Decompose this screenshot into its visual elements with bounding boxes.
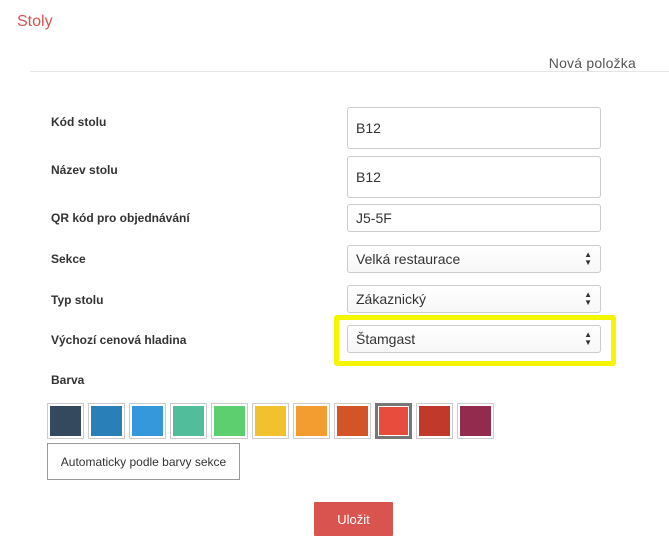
save-button[interactable]: Uložit (314, 502, 393, 536)
color-swatch-fill (173, 406, 204, 436)
qr-code-label: QR kód pro objednávání (51, 211, 190, 225)
qr-code-input[interactable] (347, 204, 601, 232)
price-level-label: Výchozí cenová hladina (51, 333, 187, 347)
color-swatch-fill (132, 406, 163, 436)
auto-color-button[interactable]: Automaticky podle barvy sekce (47, 443, 240, 480)
table-code-label: Kód stolu (51, 115, 107, 129)
color-swatch[interactable] (375, 403, 412, 439)
color-swatch[interactable] (293, 403, 330, 439)
header-divider (30, 71, 669, 72)
color-swatch[interactable] (457, 403, 494, 439)
table-name-label: Název stolu (51, 163, 118, 177)
price-level-select-value: Štamgast (356, 331, 416, 347)
section-select[interactable]: Velká restaurace ▲ ▼ (347, 245, 601, 273)
color-swatch-fill (50, 406, 81, 436)
page-title: Stoly (17, 13, 53, 30)
color-swatch-fill (255, 406, 286, 436)
color-swatch[interactable] (47, 403, 84, 439)
table-type-select[interactable]: Zákaznický ▲ ▼ (347, 285, 601, 313)
section-label: Sekce (51, 252, 86, 266)
section-select-value: Velká restaurace (356, 251, 461, 267)
select-arrows-icon: ▲ ▼ (584, 250, 592, 267)
price-level-select[interactable]: Štamgast ▲ ▼ (347, 325, 601, 353)
table-name-input[interactable] (347, 156, 601, 198)
color-swatch[interactable] (170, 403, 207, 439)
color-swatch-fill (460, 406, 491, 436)
color-swatch[interactable] (334, 403, 371, 439)
color-label: Barva (51, 373, 85, 387)
color-swatch[interactable] (88, 403, 125, 439)
color-swatch-fill (419, 406, 450, 436)
color-swatch-fill (379, 407, 408, 435)
color-swatch-fill (214, 406, 245, 436)
table-type-select-value: Zákaznický (356, 291, 427, 307)
color-swatch-fill (337, 406, 368, 436)
select-arrows-icon: ▲ ▼ (584, 330, 592, 347)
color-swatches (47, 403, 494, 439)
table-type-label: Typ stolu (51, 293, 104, 307)
color-swatch[interactable] (211, 403, 248, 439)
color-swatch[interactable] (129, 403, 166, 439)
select-arrows-icon: ▲ ▼ (584, 290, 592, 307)
tab-new-item[interactable]: Nová položka (549, 55, 636, 71)
color-swatch[interactable] (252, 403, 289, 439)
table-code-input[interactable] (347, 107, 601, 149)
color-swatch-fill (91, 406, 122, 436)
color-swatch-fill (296, 406, 327, 436)
color-swatch[interactable] (416, 403, 453, 439)
